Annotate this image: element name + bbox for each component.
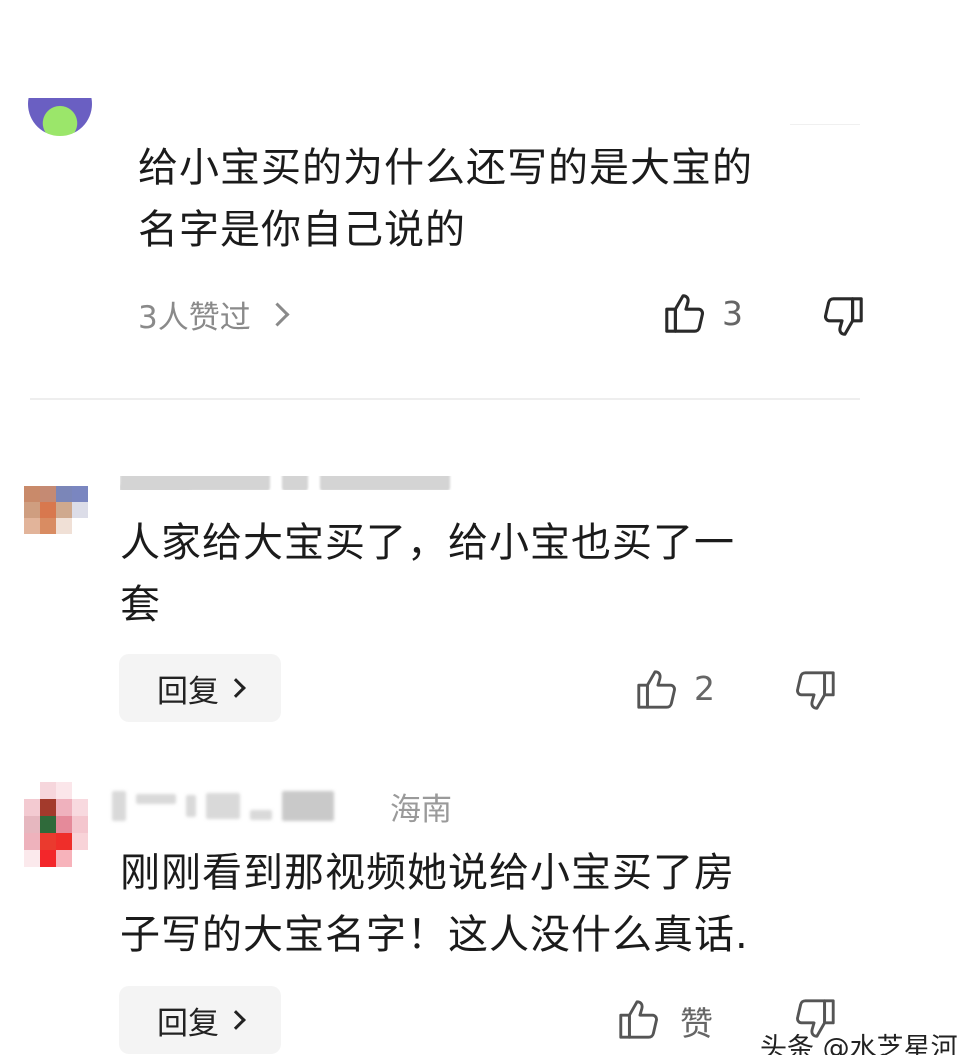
username-blurred	[120, 476, 540, 490]
comment-thread: 给小宝买的为什么还写的是大宝的 名字是你自己说的 3人赞过 3 人家给大宝买了，…	[0, 0, 960, 1055]
likers-summary-link[interactable]: 3人赞过	[138, 292, 290, 337]
reply-label: 回复	[157, 1005, 219, 1042]
like-count: 3	[722, 294, 743, 333]
avatar[interactable]	[28, 98, 92, 138]
like-label: 赞	[680, 1004, 713, 1043]
reply-label: 回复	[157, 673, 219, 710]
comment-text: 刚刚看到那视频她说给小宝买了房 子写的大宝名字！这人没什么真话.	[120, 850, 749, 958]
reply-button[interactable]: 回复	[119, 986, 281, 1054]
divider	[790, 124, 860, 125]
thumbs-down-icon[interactable]	[820, 294, 866, 340]
thumbs-up-icon[interactable]	[616, 996, 662, 1042]
avatar[interactable]	[24, 782, 88, 868]
chevron-right-icon	[226, 1010, 246, 1030]
thumbs-up-icon[interactable]	[662, 290, 708, 336]
like-count: 2	[694, 669, 715, 708]
avatar[interactable]	[24, 486, 88, 534]
chevron-right-icon	[226, 678, 246, 698]
reply-button[interactable]: 回复	[119, 654, 281, 722]
location-label: 海南	[390, 792, 452, 828]
watermark: 头条 @水芝星河	[760, 1033, 958, 1055]
comment-text: 人家给大宝买了，给小宝也买了一 套	[120, 520, 735, 628]
divider	[30, 398, 860, 400]
chevron-right-icon	[265, 302, 290, 327]
comment-text: 给小宝买的为什么还写的是大宝的 名字是你自己说的	[138, 145, 753, 253]
thumbs-down-icon[interactable]	[792, 668, 838, 714]
username-blurred	[112, 786, 382, 826]
likers-summary-label: 3人赞过	[138, 300, 251, 336]
thumbs-up-icon[interactable]	[634, 666, 680, 712]
